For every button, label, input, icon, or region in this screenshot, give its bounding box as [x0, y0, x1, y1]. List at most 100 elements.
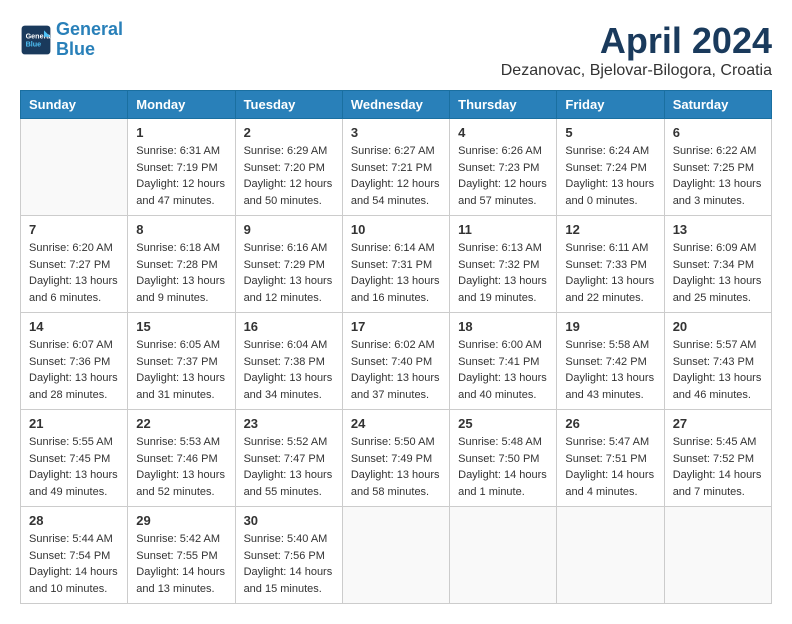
daylight: Daylight: 13 hours and 37 minutes.: [351, 370, 441, 403]
calendar-cell: 19Sunrise: 5:58 AMSunset: 7:42 PMDayligh…: [557, 313, 664, 410]
sunrise: Sunrise: 6:14 AM: [351, 240, 441, 257]
calendar-cell: 12Sunrise: 6:11 AMSunset: 7:33 PMDayligh…: [557, 216, 664, 313]
sun-info: Sunrise: 6:00 AMSunset: 7:41 PMDaylight:…: [458, 337, 548, 403]
day-number: 29: [136, 513, 226, 528]
calendar-cell: 13Sunrise: 6:09 AMSunset: 7:34 PMDayligh…: [664, 216, 771, 313]
sunrise: Sunrise: 5:44 AM: [29, 531, 119, 548]
sun-info: Sunrise: 6:14 AMSunset: 7:31 PMDaylight:…: [351, 240, 441, 306]
sun-info: Sunrise: 6:27 AMSunset: 7:21 PMDaylight:…: [351, 143, 441, 209]
day-number: 25: [458, 416, 548, 431]
sunrise: Sunrise: 5:45 AM: [673, 434, 763, 451]
sunrise: Sunrise: 6:16 AM: [244, 240, 334, 257]
sunrise: Sunrise: 6:24 AM: [565, 143, 655, 160]
calendar-cell: 22Sunrise: 5:53 AMSunset: 7:46 PMDayligh…: [128, 410, 235, 507]
sun-info: Sunrise: 6:02 AMSunset: 7:40 PMDaylight:…: [351, 337, 441, 403]
daylight: Daylight: 12 hours and 47 minutes.: [136, 176, 226, 209]
day-header-thursday: Thursday: [450, 91, 557, 119]
daylight: Daylight: 13 hours and 58 minutes.: [351, 467, 441, 500]
sunrise: Sunrise: 5:40 AM: [244, 531, 334, 548]
calendar-cell: 5 Sunrise: 6:24 AMSunset: 7:24 PMDaylight…: [557, 119, 664, 216]
day-number: 1: [136, 125, 226, 140]
daylight: Daylight: 14 hours and 7 minutes.: [673, 467, 763, 500]
sunrise: Sunrise: 5:48 AM: [458, 434, 548, 451]
calendar-cell: 17 Sunrise: 6:02 AMSunset: 7:40 PMDayligh…: [342, 313, 449, 410]
sun-info: Sunrise: 5:58 AMSunset: 7:42 PMDaylight:…: [565, 337, 655, 403]
header: General Blue General Blue April 2024 Dez…: [20, 20, 772, 80]
sunset: Sunset: 7:28 PM: [136, 257, 226, 274]
calendar-cell: 28Sunrise: 5:44 AMSunset: 7:54 PMDayligh…: [21, 507, 128, 604]
sunrise: Sunrise: 6:27 AM: [351, 143, 441, 160]
sunrise: Sunrise: 6:04 AM: [244, 337, 334, 354]
day-number: 12: [565, 222, 655, 237]
sun-info: Sunrise: 6:16 AMSunset: 7:29 PMDaylight:…: [244, 240, 334, 306]
sun-info: Sunrise: 6:07 AMSunset: 7:36 PMDaylight:…: [29, 337, 119, 403]
day-number: 8: [136, 222, 226, 237]
day-number: 6: [673, 125, 763, 140]
day-number: 5: [565, 125, 655, 140]
sunset: Sunset: 7:34 PM: [673, 257, 763, 274]
daylight: Daylight: 13 hours and 0 minutes.: [565, 176, 655, 209]
sunset: Sunset: 7:55 PM: [136, 548, 226, 565]
sunset: Sunset: 7:51 PM: [565, 451, 655, 468]
logo-text: General Blue: [56, 20, 123, 60]
day-number: 17: [351, 319, 441, 334]
day-number: 7: [29, 222, 119, 237]
daylight: Daylight: 13 hours and 46 minutes.: [673, 370, 763, 403]
sunset: Sunset: 7:52 PM: [673, 451, 763, 468]
sunrise: Sunrise: 6:07 AM: [29, 337, 119, 354]
sunrise: Sunrise: 6:31 AM: [136, 143, 226, 160]
sunset: Sunset: 7:23 PM: [458, 160, 548, 177]
sunset: Sunset: 7:56 PM: [244, 548, 334, 565]
sun-info: Sunrise: 6:29 AMSunset: 7:20 PMDaylight:…: [244, 143, 334, 209]
sunrise: Sunrise: 5:58 AM: [565, 337, 655, 354]
daylight: Daylight: 13 hours and 55 minutes.: [244, 467, 334, 500]
daylight: Daylight: 13 hours and 9 minutes.: [136, 273, 226, 306]
calendar-cell: 1Sunrise: 6:31 AMSunset: 7:19 PMDaylight…: [128, 119, 235, 216]
sunset: Sunset: 7:27 PM: [29, 257, 119, 274]
sunrise: Sunrise: 6:02 AM: [351, 337, 441, 354]
calendar-cell: 14Sunrise: 6:07 AMSunset: 7:36 PMDayligh…: [21, 313, 128, 410]
sun-info: Sunrise: 6:24 AMSunset: 7:24 PMDaylight:…: [565, 143, 655, 209]
calendar-cell: 24Sunrise: 5:50 AMSunset: 7:49 PMDayligh…: [342, 410, 449, 507]
sun-info: Sunrise: 5:44 AMSunset: 7:54 PMDaylight:…: [29, 531, 119, 597]
sunset: Sunset: 7:33 PM: [565, 257, 655, 274]
sunrise: Sunrise: 6:00 AM: [458, 337, 548, 354]
sun-info: Sunrise: 6:20 AMSunset: 7:27 PMDaylight:…: [29, 240, 119, 306]
calendar-cell: 26Sunrise: 5:47 AMSunset: 7:51 PMDayligh…: [557, 410, 664, 507]
sunrise: Sunrise: 6:26 AM: [458, 143, 548, 160]
day-number: 16: [244, 319, 334, 334]
day-number: 3: [351, 125, 441, 140]
daylight: Daylight: 14 hours and 4 minutes.: [565, 467, 655, 500]
calendar-cell: 20 Sunrise: 5:57 AMSunset: 7:43 PMDayligh…: [664, 313, 771, 410]
sunset: Sunset: 7:24 PM: [565, 160, 655, 177]
sunset: Sunset: 7:45 PM: [29, 451, 119, 468]
sun-info: Sunrise: 5:40 AMSunset: 7:56 PMDaylight:…: [244, 531, 334, 597]
day-number: 13: [673, 222, 763, 237]
sun-info: Sunrise: 5:55 AMSunset: 7:45 PMDaylight:…: [29, 434, 119, 500]
sunrise: Sunrise: 6:05 AM: [136, 337, 226, 354]
sunrise: Sunrise: 6:22 AM: [673, 143, 763, 160]
day-number: 20: [673, 319, 763, 334]
sunrise: Sunrise: 6:18 AM: [136, 240, 226, 257]
daylight: Daylight: 14 hours and 13 minutes.: [136, 564, 226, 597]
sun-info: Sunrise: 5:57 AMSunset: 7:43 PMDaylight:…: [673, 337, 763, 403]
sunset: Sunset: 7:36 PM: [29, 354, 119, 371]
calendar-cell: 7 Sunrise: 6:20 AMSunset: 7:27 PMDaylight…: [21, 216, 128, 313]
calendar-cell: 30 Sunrise: 5:40 AMSunset: 7:56 PMDayligh…: [235, 507, 342, 604]
logo-icon: General Blue: [20, 24, 52, 56]
logo-line2: Blue: [56, 39, 95, 59]
day-number: 2: [244, 125, 334, 140]
day-number: 30: [244, 513, 334, 528]
sun-info: Sunrise: 5:42 AMSunset: 7:55 PMDaylight:…: [136, 531, 226, 597]
day-number: 21: [29, 416, 119, 431]
day-header-saturday: Saturday: [664, 91, 771, 119]
sunset: Sunset: 7:40 PM: [351, 354, 441, 371]
calendar-week-3: 14Sunrise: 6:07 AMSunset: 7:36 PMDayligh…: [21, 313, 772, 410]
daylight: Daylight: 13 hours and 28 minutes.: [29, 370, 119, 403]
calendar-cell: 10Sunrise: 6:14 AMSunset: 7:31 PMDayligh…: [342, 216, 449, 313]
calendar-cell: [342, 507, 449, 604]
sunset: Sunset: 7:54 PM: [29, 548, 119, 565]
calendar-cell: 11Sunrise: 6:13 AMSunset: 7:32 PMDayligh…: [450, 216, 557, 313]
day-number: 18: [458, 319, 548, 334]
sunset: Sunset: 7:46 PM: [136, 451, 226, 468]
